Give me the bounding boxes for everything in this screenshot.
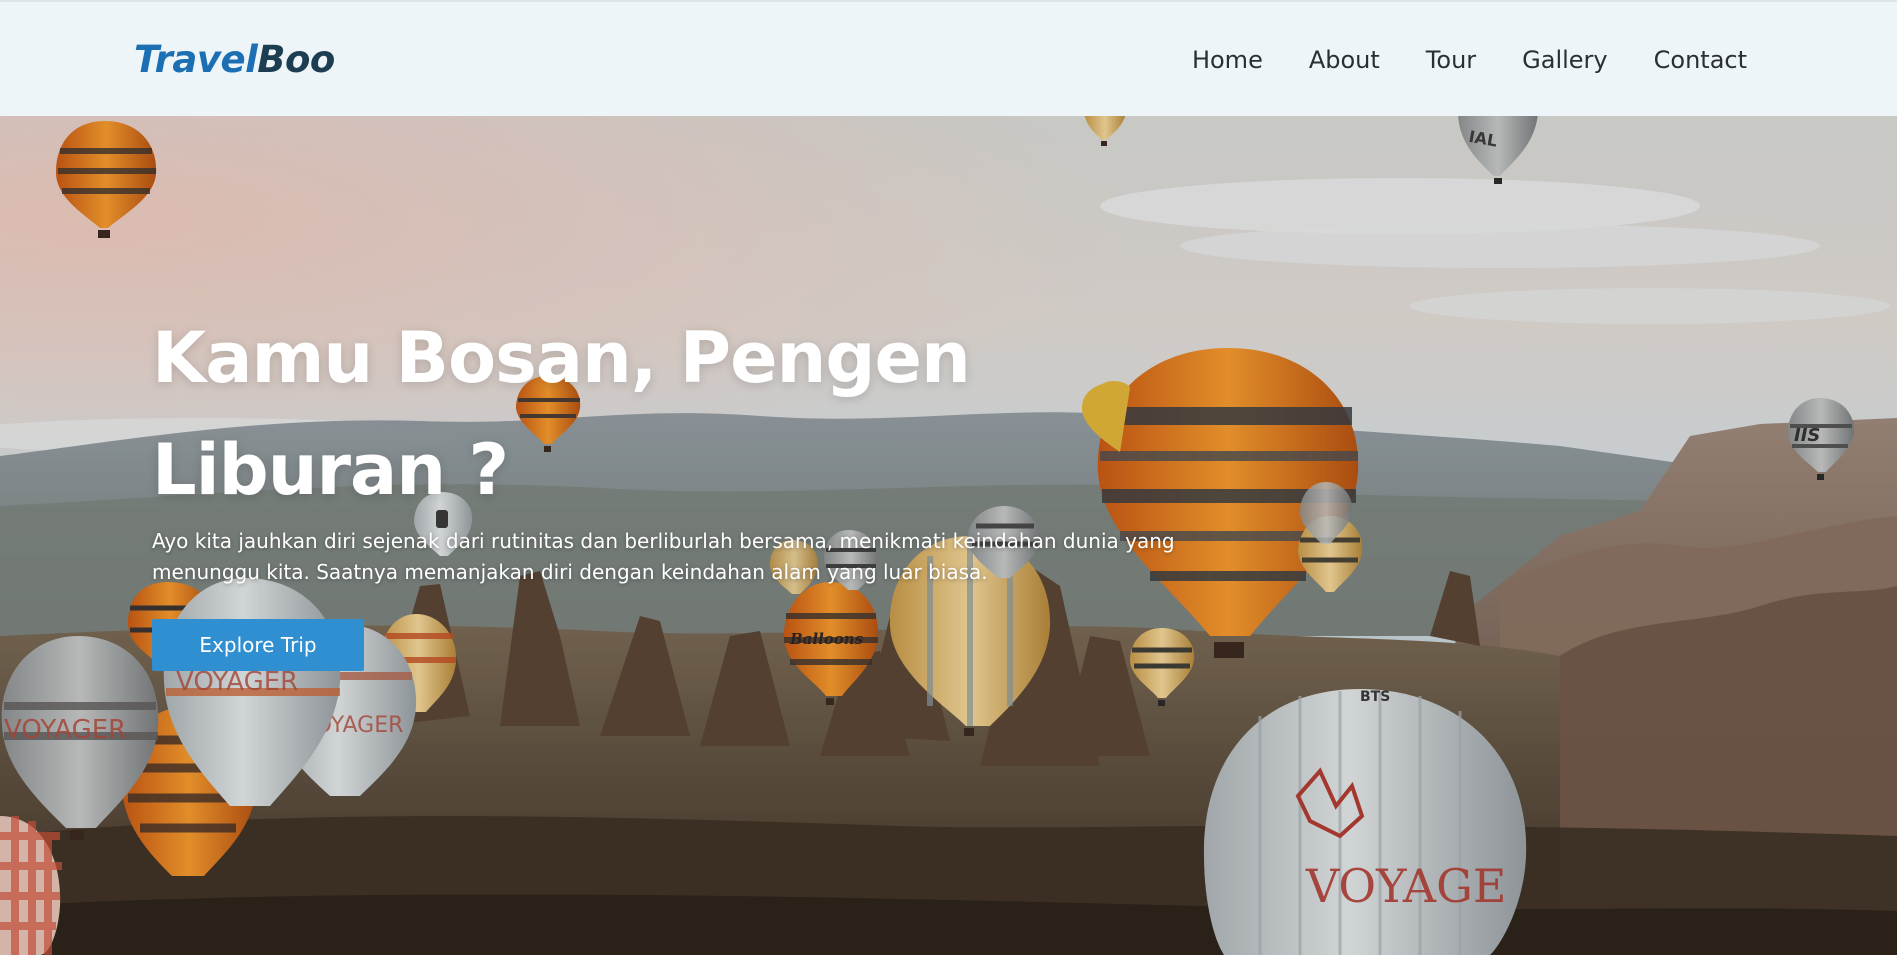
nav-link-contact[interactable]: Contact (1654, 42, 1747, 78)
nav-link-home[interactable]: Home (1192, 42, 1263, 78)
brand-logo[interactable]: TravelBoo (134, 38, 335, 82)
hero-section: IAL IIS Balloons VOYAGER VOYAGER VOYAGER… (0, 116, 1897, 955)
hero-title-line2: Liburan ? (152, 429, 509, 511)
hero-description: Ayo kita jauhkan diri sejenak dari rutin… (152, 529, 1175, 584)
explore-trip-button[interactable]: Explore Trip (152, 619, 364, 671)
brand-logo-part1: Travel (134, 38, 258, 81)
nav-link-gallery[interactable]: Gallery (1522, 42, 1607, 78)
hero-title-line1: Kamu Bosan, Pengen (152, 317, 971, 399)
navbar: TravelBoo Home About Tour Gallery Contac… (0, 0, 1897, 116)
main-nav: Home About Tour Gallery Contact (1192, 42, 1747, 78)
hero-title: Kamu Bosan, Pengen Liburan ? (152, 302, 1052, 526)
nav-link-about[interactable]: About (1309, 42, 1380, 78)
nav-link-tour[interactable]: Tour (1426, 42, 1476, 78)
brand-logo-part2: Boo (257, 38, 335, 81)
